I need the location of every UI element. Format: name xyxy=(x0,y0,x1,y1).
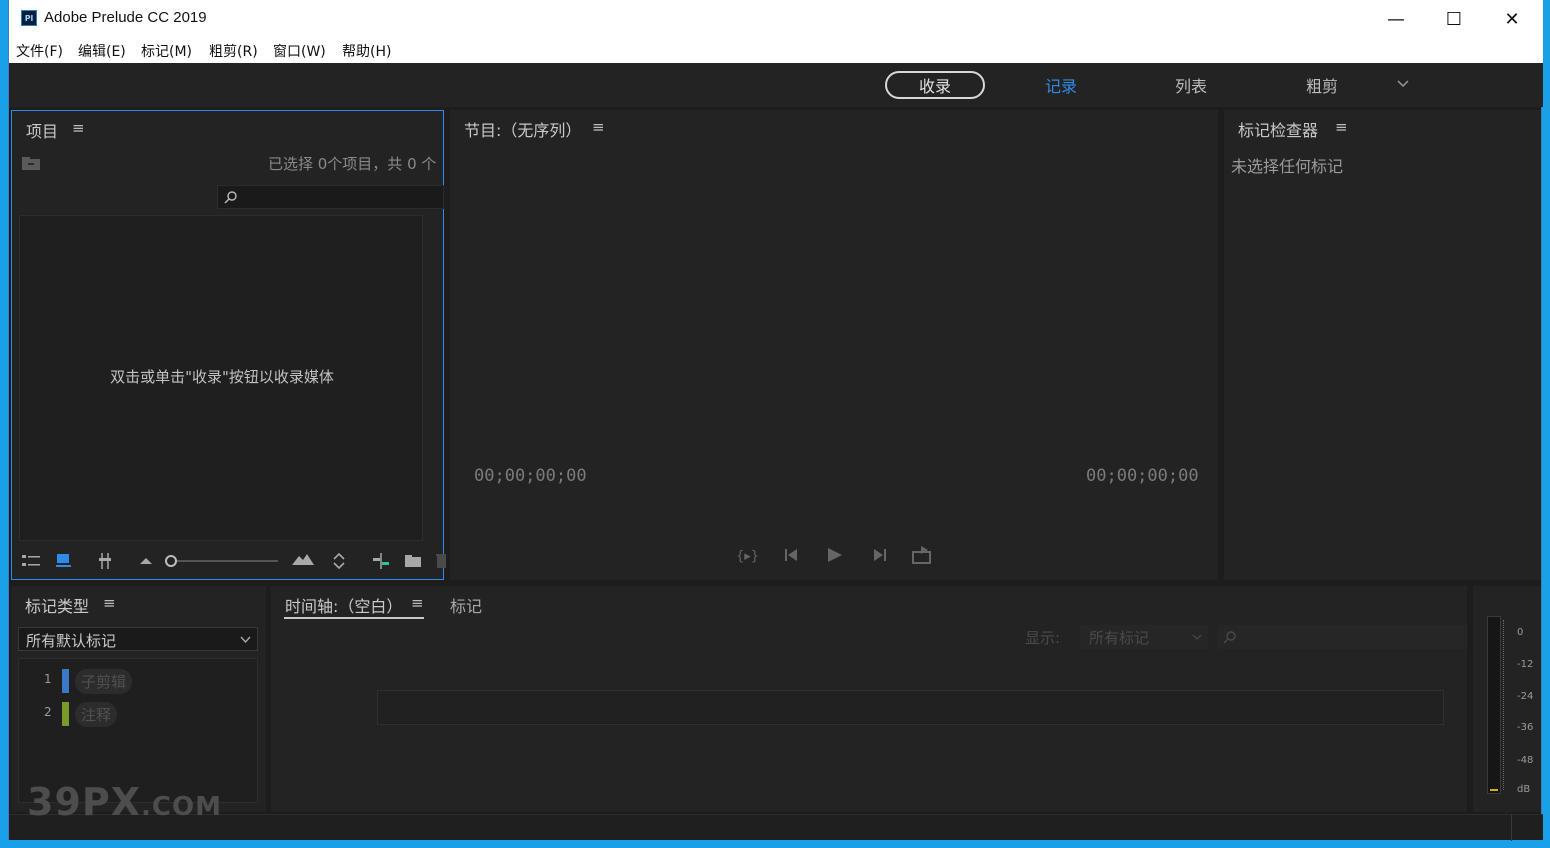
timeline-tab[interactable]: 时间轴:（空白） xyxy=(285,593,402,617)
meter-label: dB xyxy=(1517,784,1531,795)
export-frame-icon[interactable] xyxy=(912,546,932,564)
project-media-area[interactable]: 双击或单击"收录"按钮以收录媒体 xyxy=(19,215,423,541)
watermark-main: 39PX xyxy=(27,780,142,824)
step-back-icon[interactable] xyxy=(783,548,801,562)
title-bar: Pl Adobe Prelude CC 2019 — ☐ ✕ xyxy=(9,0,1543,38)
workspace-bar: 收录 记录 列表 粗剪 xyxy=(9,63,1543,107)
zoom-in-icon[interactable] xyxy=(292,553,314,565)
zoom-slider[interactable] xyxy=(165,555,278,567)
zoom-slider-handle[interactable] xyxy=(165,555,177,567)
search-icon xyxy=(224,191,237,204)
freeform-view-icon[interactable] xyxy=(98,552,112,570)
timeline-panel-menu[interactable]: ≡ xyxy=(411,594,424,612)
status-divider xyxy=(1511,815,1512,841)
chevron-down-icon xyxy=(1192,634,1202,640)
step-forward-icon[interactable] xyxy=(870,548,888,562)
timeline-track-area[interactable] xyxy=(377,690,1444,725)
meter-label: 0 xyxy=(1517,627,1524,638)
project-panel-menu[interactable]: ≡ xyxy=(72,119,85,137)
menu-marker[interactable]: 标记(M) xyxy=(141,41,192,61)
meter-label: -48 xyxy=(1517,755,1534,766)
meter-label: -24 xyxy=(1517,691,1534,702)
go-to-in-out-icon[interactable]: {▸} xyxy=(736,547,758,563)
chevron-down-icon xyxy=(240,636,251,644)
project-search-input[interactable] xyxy=(217,185,444,209)
meter-scale-line xyxy=(1503,620,1504,790)
ingest-button[interactable]: 收录 xyxy=(885,71,985,99)
window-title: Adobe Prelude CC 2019 xyxy=(44,9,207,26)
marker-filter-dropdown[interactable]: 所有默认标记 xyxy=(18,627,258,651)
project-selection-status: 已选择 0个项目，共 0 个 xyxy=(268,155,437,173)
new-bin-icon[interactable] xyxy=(21,157,41,171)
project-empty-message: 双击或单击"收录"按钮以收录媒体 xyxy=(110,368,334,386)
marker-type-item[interactable]: 2 注释 xyxy=(19,700,259,727)
svg-text:{▸}: {▸} xyxy=(736,549,758,563)
maximize-button[interactable]: ☐ xyxy=(1425,0,1483,38)
marker-types-panel-menu[interactable]: ≡ xyxy=(103,594,116,612)
marker-type-label[interactable]: 注释 xyxy=(75,702,118,727)
watermark: 39PX.COM xyxy=(27,780,222,824)
sort-icon[interactable] xyxy=(332,552,346,570)
menu-window[interactable]: 窗口(W) xyxy=(273,41,326,61)
inspector-empty-message: 未选择任何标记 xyxy=(1231,157,1344,176)
marker-type-number: 1 xyxy=(44,672,52,686)
timeline-panel: 时间轴:（空白） ≡ 标记 显示: 所有标记 xyxy=(271,586,1467,812)
audio-level-indicator xyxy=(1490,789,1498,791)
zoom-out-icon[interactable] xyxy=(140,555,152,565)
chevron-down-icon[interactable] xyxy=(1397,79,1409,89)
marker-type-color-swatch xyxy=(62,702,69,726)
folder-icon[interactable] xyxy=(404,554,422,568)
marker-filter-value: 所有默认标记 xyxy=(26,632,117,650)
menu-rough-cut[interactable]: 粗剪(R) xyxy=(209,41,258,61)
marker-inspector-panel: 标记检查器 ≡ 未选择任何标记 xyxy=(1224,110,1541,580)
app-window: Pl Adobe Prelude CC 2019 — ☐ ✕ 文件(F) 编辑(… xyxy=(8,0,1543,841)
program-panel-menu[interactable]: ≡ xyxy=(592,118,605,136)
workspace-tab-rough-cut[interactable]: 粗剪 xyxy=(1306,73,1338,97)
timecode-current[interactable]: 00;00;00;00 xyxy=(474,466,587,486)
timeline-search-input[interactable] xyxy=(1217,625,1467,649)
workspace-tab-list[interactable]: 列表 xyxy=(1175,73,1207,97)
show-filter-value: 所有标记 xyxy=(1089,629,1150,647)
meter-label: -36 xyxy=(1517,722,1534,733)
menu-help[interactable]: 帮助(H) xyxy=(342,41,391,61)
inspector-panel-menu[interactable]: ≡ xyxy=(1335,118,1348,136)
automate-icon[interactable] xyxy=(372,552,390,570)
marker-type-label[interactable]: 子剪辑 xyxy=(75,669,133,694)
active-tab-underline xyxy=(284,617,424,619)
project-panel: 项目 ≡ 已选择 0个项目，共 0 个 双击或单击"收录"按钮以收录媒体 xyxy=(11,110,446,580)
marker-type-item[interactable]: 1 子剪辑 xyxy=(19,667,259,694)
timecode-duration: 00;00;00;00 xyxy=(1086,466,1199,486)
marker-type-color-swatch xyxy=(62,669,69,693)
menu-edit[interactable]: 编辑(E) xyxy=(78,41,126,61)
show-filter-label: 显示: xyxy=(1025,629,1061,647)
program-panel: 节目:（无序列） ≡ 00;00;00;00 00;00;00;00 {▸} xyxy=(450,110,1218,580)
audio-level-meter xyxy=(1487,616,1501,794)
marker-types-title: 标记类型 xyxy=(25,597,90,616)
icon-view-icon[interactable] xyxy=(56,553,72,569)
meter-label: -12 xyxy=(1517,659,1534,670)
play-icon[interactable] xyxy=(827,547,843,563)
marker-types-panel: 标记类型 ≡ 所有默认标记 1 子剪辑 2 注释 xyxy=(11,586,266,812)
close-button[interactable]: ✕ xyxy=(1483,0,1541,38)
menu-file[interactable]: 文件(F) xyxy=(16,41,63,61)
delete-icon[interactable] xyxy=(436,553,446,569)
watermark-suffix: .COM xyxy=(141,792,222,822)
show-filter-dropdown[interactable]: 所有标记 xyxy=(1080,625,1208,649)
prelude-app-icon: Pl xyxy=(21,10,37,26)
project-panel-title: 项目 xyxy=(26,122,59,141)
workspace-tab-log[interactable]: 记录 xyxy=(1045,73,1077,97)
marker-type-number: 2 xyxy=(44,705,52,719)
status-bar xyxy=(9,814,1543,841)
markers-tab[interactable]: 标记 xyxy=(450,593,482,617)
list-view-icon[interactable] xyxy=(22,554,42,568)
search-icon xyxy=(1223,631,1236,644)
minimize-button[interactable]: — xyxy=(1367,0,1425,38)
menu-bar: 文件(F) 编辑(E) 标记(M) 粗剪(R) 窗口(W) 帮助(H) xyxy=(9,38,1543,63)
inspector-panel-title: 标记检查器 xyxy=(1238,121,1319,140)
program-panel-title: 节目:（无序列） xyxy=(464,121,582,140)
